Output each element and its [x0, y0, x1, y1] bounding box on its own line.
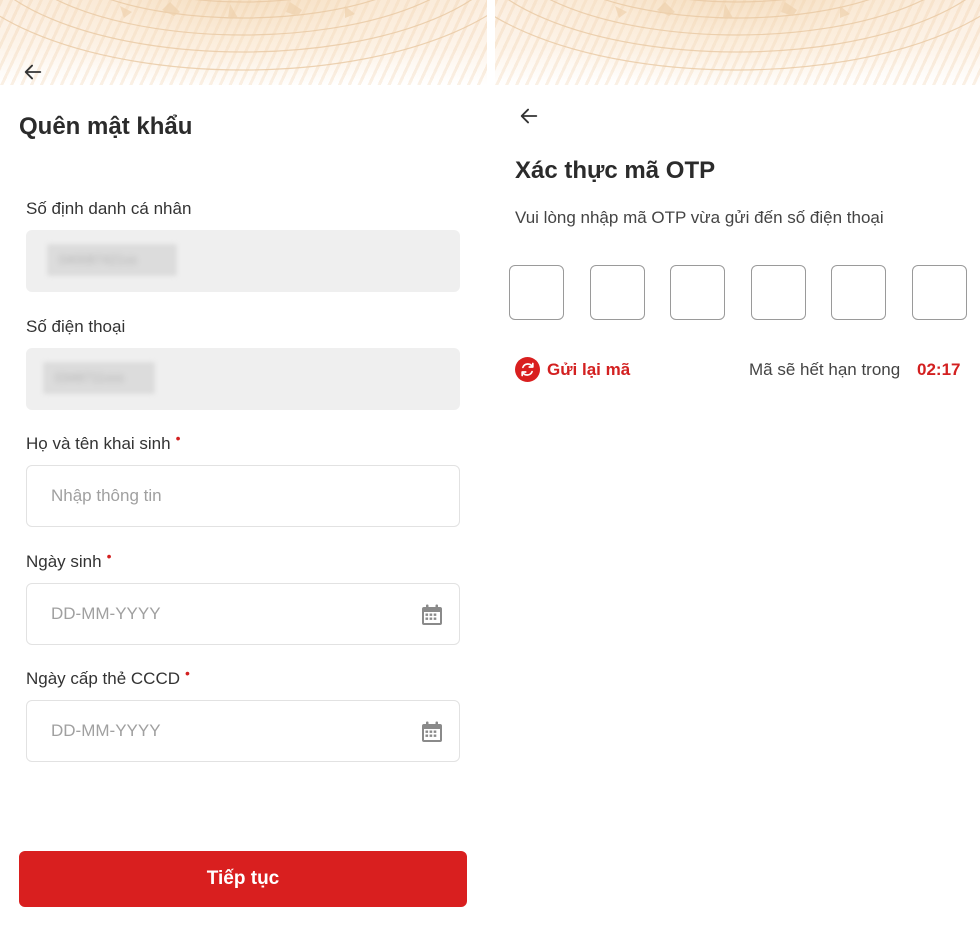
- otp-instruction: Vui lòng nhập mã OTP vừa gửi đến số điện…: [515, 208, 884, 227]
- page-title: Xác thực mã OTP: [515, 157, 716, 184]
- birth-date-label: Ngày sinh •: [26, 548, 112, 571]
- required-mark: •: [106, 548, 112, 564]
- drum-pattern-decoration: [495, 0, 980, 71]
- otp-digit-6[interactable]: [912, 265, 970, 321]
- otp-digit-1[interactable]: [509, 265, 567, 321]
- forgot-password-screen: Quên mật khẩu Số định danh cá nhân 04008…: [0, 0, 487, 941]
- countdown-timer: 02:17: [917, 360, 961, 379]
- otp-digit-input[interactable]: [913, 266, 970, 321]
- phone-field: 0348711xxx: [26, 348, 460, 410]
- arrow-left-icon: [520, 108, 538, 124]
- calendar-icon[interactable]: [420, 720, 444, 744]
- blurred-id-value: 040087421xx: [47, 244, 177, 276]
- full-name-field[interactable]: [26, 465, 460, 527]
- otp-verification-screen: Xác thực mã OTP Vui lòng nhập mã OTP vừa…: [495, 0, 980, 941]
- otp-digit-input[interactable]: [591, 266, 648, 321]
- header-banner: [495, 0, 980, 85]
- required-mark: •: [185, 665, 190, 681]
- resend-code-button[interactable]: Gửi lại mã: [515, 357, 630, 382]
- otp-digit-input[interactable]: [510, 266, 567, 321]
- otp-digit-2[interactable]: [590, 265, 648, 321]
- expire-text: Mã sẽ hết hạn trong: [749, 360, 901, 379]
- full-name-label: Họ và tên khai sinh •: [26, 430, 181, 453]
- continue-button[interactable]: Tiếp tục: [19, 851, 467, 907]
- resend-code-label: Gửi lại mã: [547, 359, 631, 379]
- arrow-left-icon: [24, 64, 42, 80]
- id-number-label: Số định danh cá nhân: [26, 199, 192, 218]
- page-title: Quên mật khẩu: [19, 113, 193, 140]
- otp-digit-input[interactable]: [832, 266, 889, 321]
- refresh-icon: [515, 357, 540, 382]
- issue-date-label: Ngày cấp thẻ CCCD •: [26, 665, 190, 688]
- full-name-input[interactable]: [27, 466, 459, 526]
- phone-label: Số điện thoại: [26, 317, 126, 336]
- drum-pattern-decoration: [0, 0, 487, 71]
- calendar-icon[interactable]: [420, 603, 444, 627]
- issue-date-field[interactable]: [26, 700, 460, 762]
- id-number-field: 040087421xx: [26, 230, 460, 292]
- back-button[interactable]: [513, 100, 545, 132]
- blurred-phone-value: 0348711xxx: [43, 362, 155, 394]
- birth-date-input[interactable]: [27, 584, 459, 644]
- otp-digit-5[interactable]: [831, 265, 889, 321]
- panel-divider: [487, 0, 495, 941]
- issue-date-input[interactable]: [27, 701, 459, 761]
- header-banner: [0, 0, 487, 85]
- back-button[interactable]: [17, 56, 49, 88]
- birth-date-field[interactable]: [26, 583, 460, 645]
- required-mark: •: [175, 430, 181, 446]
- otp-digit-4[interactable]: [751, 265, 809, 321]
- otp-digit-input[interactable]: [752, 266, 809, 321]
- otp-digit-3[interactable]: [670, 265, 728, 321]
- otp-digit-input[interactable]: [671, 266, 728, 321]
